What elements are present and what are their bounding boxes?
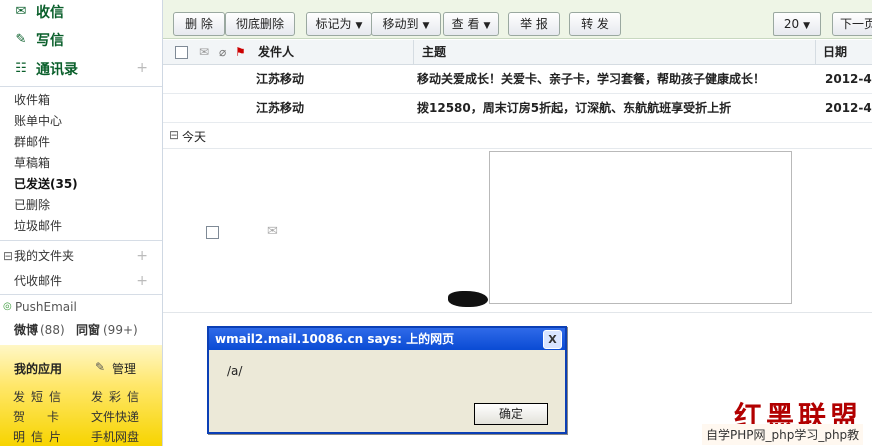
- flag-icon: ⚑: [235, 45, 246, 59]
- my-folders-label: 我的文件夹: [14, 249, 75, 263]
- folder-sent[interactable]: 已发送(35): [14, 174, 78, 194]
- row-subject[interactable]: 移动关爱成长！关爱卡、亲子卡，学习套餐，帮助孩子健康成长！: [417, 65, 765, 93]
- divider: [0, 294, 162, 295]
- folder-drafts[interactable]: 草稿箱: [14, 153, 50, 173]
- read-status-icon: ✉: [199, 45, 210, 59]
- alumni-link[interactable]: 同窗: [76, 319, 100, 341]
- delete-button[interactable]: 删 除: [173, 12, 225, 36]
- column-divider: [815, 40, 816, 64]
- sidebar: ✉ 收信 ✎ 写信 ☷ 通讯录 + 收件箱 账单中心 群邮件 草稿箱 已发送(3…: [0, 0, 163, 446]
- page-size-select[interactable]: 20 ▼: [773, 12, 821, 36]
- add-folder-icon[interactable]: +: [136, 245, 148, 267]
- subject-column-header[interactable]: 主题: [422, 40, 446, 64]
- move-to-label: 移动到: [382, 17, 419, 31]
- table-row[interactable]: 江苏移动 移动关爱成长！关爱卡、亲子卡，学习套餐，帮助孩子健康成长！ 2012-…: [163, 65, 872, 94]
- close-button[interactable]: X: [543, 330, 562, 349]
- move-to-dropdown[interactable]: 移动到 ▼: [371, 12, 441, 36]
- chevron-down-icon: ▼: [422, 21, 430, 31]
- preview-frame: [489, 151, 792, 304]
- sender-column-header[interactable]: 发件人: [258, 40, 294, 64]
- collapse-icon: ⊟: [3, 249, 14, 263]
- proxy-mail-label: 代收邮件: [14, 274, 63, 288]
- chevron-down-icon: ▼: [483, 21, 491, 31]
- push-email[interactable]: ◎ PushEmail: [0, 296, 162, 318]
- forward-button[interactable]: 转 发: [569, 12, 621, 36]
- app-file-express[interactable]: 文件快递: [91, 408, 139, 425]
- compose-icon: ✎: [15, 32, 27, 47]
- collapse-icon: ⊟: [169, 128, 180, 142]
- watermark-footer: 自学PHP网_php学习_php教: [702, 424, 864, 445]
- row-date: 2012-4-: [825, 72, 872, 86]
- next-page-button[interactable]: 下一页: [832, 12, 872, 36]
- nav-compose-label: 写信: [36, 33, 64, 49]
- divider: [0, 86, 162, 87]
- inbox-icon: ✉: [15, 4, 27, 19]
- column-divider: [413, 40, 414, 64]
- divider: [0, 240, 162, 241]
- redaction-mark: [448, 291, 488, 307]
- nav-inbox[interactable]: ✉ 收信: [12, 1, 64, 23]
- app-sms[interactable]: 发短信: [13, 388, 67, 405]
- date-column-header[interactable]: 日期: [823, 40, 847, 64]
- apps-manage-icon: ✎: [95, 360, 106, 374]
- list-header: ✉ ⌀ ⚑ 发件人 主题 日期: [163, 40, 872, 65]
- folder-inbox[interactable]: 收件箱: [14, 90, 50, 110]
- group-header-today[interactable]: ⊟ 今天: [163, 124, 872, 149]
- ok-button[interactable]: 确定: [474, 403, 548, 425]
- proxy-mail[interactable]: 代收邮件 +: [0, 270, 162, 292]
- nav-inbox-label: 收信: [36, 5, 64, 21]
- contacts-icon: ☷: [15, 61, 27, 76]
- add-proxy-icon[interactable]: +: [136, 270, 148, 292]
- alumni-count: (99+): [103, 323, 138, 337]
- dialog-title: wmail2.mail.10086.cn says: 上的网页: [215, 332, 455, 346]
- row-sender: 江苏移动: [256, 72, 305, 86]
- app-postcard[interactable]: 明信片: [13, 428, 67, 445]
- apps-manage-link[interactable]: 管理: [112, 360, 136, 377]
- view-dropdown[interactable]: 查 看 ▼: [443, 12, 499, 36]
- row-date: 2012-4-: [825, 101, 872, 115]
- folder-spam[interactable]: 垃圾邮件: [14, 216, 62, 236]
- folder-group-mail[interactable]: 群邮件: [14, 132, 50, 152]
- mark-as-dropdown[interactable]: 标记为 ▼: [306, 12, 372, 36]
- select-all-checkbox[interactable]: [175, 46, 188, 59]
- add-contact-icon[interactable]: +: [136, 60, 148, 76]
- mark-as-label: 标记为: [315, 17, 352, 31]
- group-label: 今天: [182, 130, 207, 144]
- nav-compose[interactable]: ✎ 写信: [12, 29, 64, 51]
- view-label: 查 看: [451, 17, 480, 31]
- folder-bills[interactable]: 账单中心: [14, 111, 62, 131]
- push-email-icon: ◎: [3, 301, 12, 312]
- app-mms[interactable]: 发彩信: [91, 388, 145, 405]
- alert-dialog: wmail2.mail.10086.cn says: 上的网页 X /a/ 确定: [207, 326, 567, 434]
- weibo-count: (88): [40, 323, 65, 337]
- row-subject[interactable]: 拨12580，周末订房5折起，订深航、东航航班享受折上折: [417, 94, 731, 122]
- envelope-icon: ✉: [267, 224, 278, 239]
- row-sender: 江苏移动: [256, 101, 305, 115]
- row-checkbox[interactable]: [206, 226, 219, 239]
- dialog-message: /a/: [227, 364, 243, 378]
- folder-deleted[interactable]: 已删除: [14, 195, 50, 215]
- apps-title: 我的应用: [14, 362, 63, 376]
- dialog-titlebar[interactable]: wmail2.mail.10086.cn says: 上的网页 X: [209, 328, 565, 350]
- page-size-value: 20: [783, 17, 800, 31]
- toolbar: 删 除 彻底删除 标记为 ▼ 移动到 ▼ 查 看 ▼ 举 报 转 发 20 ▼ 下一页: [163, 0, 872, 39]
- my-apps-panel: 我的应用 ✎ 管理 发短信 发彩信 贺卡 文件快递 明信片 手机网盘: [0, 345, 162, 446]
- table-row[interactable]: 江苏移动 拨12580，周末订房5折起，订深航、东航航班享受折上折 2012-4…: [163, 94, 872, 123]
- app-cloud-disk[interactable]: 手机网盘: [91, 428, 139, 445]
- nav-contacts[interactable]: ☷ 通讯录: [12, 58, 78, 80]
- chevron-down-icon: ▼: [803, 21, 811, 31]
- nav-contacts-label: 通讯录: [36, 62, 78, 78]
- divider: [163, 312, 872, 313]
- permanent-delete-button[interactable]: 彻底删除: [225, 12, 295, 36]
- push-email-label: PushEmail: [15, 300, 77, 314]
- my-folders[interactable]: ⊟ 我的文件夹 +: [0, 245, 162, 267]
- chevron-down-icon: ▼: [355, 21, 363, 31]
- report-button[interactable]: 举 报: [508, 12, 560, 36]
- attachment-icon: ⌀: [219, 45, 227, 59]
- app-card[interactable]: 贺卡: [13, 408, 81, 425]
- weibo-link[interactable]: 微博: [14, 319, 38, 341]
- social-row: 微博 (88) 同窗 (99+): [0, 319, 162, 341]
